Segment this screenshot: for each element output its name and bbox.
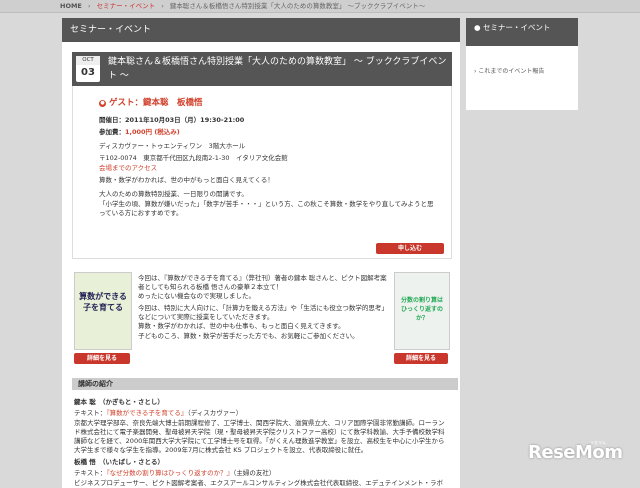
speaker-1-book-link[interactable]: 『算数ができる子を育てる』 <box>106 409 187 417</box>
apply-button[interactable]: 申し込む <box>376 243 444 254</box>
fee-value: 1,000円 (税込み) <box>125 128 180 136</box>
speaker-1-bio: 京都大学理学部卒、奈良先端大博士前期課程修了、工学博士、関西学院大、滋賀県立大、… <box>74 419 445 454</box>
speaker-2-text: テキスト：『なぜ分数の割り算はひっくり返すのか？』（主婦の友社） <box>74 469 450 478</box>
event-body-2: 「小学生の頃、算数が嫌いだった」「数字が苦手・・・」という方、この秋こそ算数・数… <box>99 200 434 217</box>
breadcrumb-category[interactable]: セミナー・イベント <box>97 2 156 10</box>
speaker-1-text: テキスト：『算数ができる子を育てる』（ディスカヴァー） <box>74 409 450 418</box>
speaker-section-header: 講師の紹介 <box>72 378 458 390</box>
book-desc-5: 子どものころ、算数・数学が苦手だった方でも、お気軽にご参加ください。 <box>138 332 359 340</box>
breadcrumb-current: 鍵本聡さん＆板橋悟さん特別授業「大人のための算数教室」 ～ブッククラブイベント～ <box>169 2 426 10</box>
guest-names: 鍵本聡 板橋悟 <box>143 98 203 108</box>
sidebar-link-past-events[interactable]: › これまでのイベント報告 <box>474 66 544 75</box>
main-content: セミナー・イベント OCT 03 鍵本聡さん＆板橋悟さん特別授業「大人のための算… <box>62 18 460 488</box>
arrow-icon: › <box>474 68 477 75</box>
book1-cover-title: 算数ができる子を育てる <box>79 292 127 312</box>
detail-button-2[interactable]: 詳細を見る <box>394 353 448 364</box>
breadcrumb-separator: › <box>161 2 164 10</box>
calendar-icon: OCT 03 <box>76 56 100 82</box>
access-link[interactable]: 会場までのアクセス <box>99 164 439 173</box>
speaker-1-publisher: （ディスカヴァー） <box>187 409 243 417</box>
speaker-2-name: 板橋 悟 （いたばし・さとる） <box>74 458 165 466</box>
speaker-2-text-label: テキスト： <box>74 469 107 477</box>
event-title: 鍵本聡さん＆板橋悟さん特別授業「大人のための算数教室」 ～ ブッククラブイベント… <box>108 57 447 81</box>
book-desc-3: 今回は、特別に大人向けに、「計算力を鍛える方法」や「生活にも役立つ数学的思考」な… <box>138 304 388 321</box>
book-desc-2: めったにない機会なので実現しました。 <box>138 292 255 300</box>
sidebar-header-label: セミナー・イベント <box>482 23 551 32</box>
book-cover-1[interactable]: 算数ができる子を育てる <box>74 272 132 350</box>
apply-button-label: 申し込む <box>397 245 422 252</box>
speaker-1-text-label: テキスト： <box>74 409 107 417</box>
fee-label: 参加費： <box>99 128 125 136</box>
speaker-2-bio: ビジネスプロデューサー、ピクト図解考案者、エクスアールコンサルティング株式会社代… <box>74 479 444 487</box>
event-venue: ディスカヴァー・トゥエンティワン 3階大ホール <box>99 142 246 150</box>
event-details: ● ゲスト：鍵本聡 板橋悟 開催日：2011年10月03日（月）19:30-21:… <box>72 86 452 259</box>
guest-label: ゲスト： <box>109 98 144 108</box>
book2-cover-title: 分数の割り算はひっくり返すのか？ <box>400 297 443 322</box>
event-date: 開催日：2011年10月03日（月）19:30-21:00 <box>99 116 439 125</box>
speaker-2-publisher: （主婦の友社） <box>233 469 276 477</box>
sidebar-header: ● セミナー・イベント <box>466 18 578 46</box>
sidebar: ● セミナー・イベント › これまでのイベント報告 <box>466 18 578 110</box>
sidebar-link-label: これまでのイベント報告 <box>478 68 545 75</box>
speaker-1-name: 鍵本 聡 （かぎもと・さとし） <box>74 398 164 406</box>
book-desc-4: 算数・数学がわかれば、世の中も仕事も、もっと面白く見えてきます。 <box>138 322 345 330</box>
site-logo: ReseMom <box>528 442 623 463</box>
speaker-2-book-link[interactable]: 『なぜ分数の割り算はひっくり返すのか？』 <box>106 469 233 477</box>
bullet-icon: ● <box>99 100 106 107</box>
breadcrumb-separator: › <box>87 2 91 10</box>
event-lead: 算数・数学がわかれば、世の中がもっと面白く見えてくる！ <box>99 176 274 184</box>
event-day: 03 <box>81 67 95 78</box>
date-value: 2011年10月03日（月）19:30-21:00 <box>125 116 245 124</box>
detail-button-1-label: 詳細を見る <box>86 355 117 362</box>
book-cover-2[interactable]: 分数の割り算はひっくり返すのか？ <box>394 272 450 350</box>
event-body-1: 大人のための算数特別授業、一日限りの開講です。 <box>99 190 248 198</box>
detail-button-1[interactable]: 詳細を見る <box>74 353 130 364</box>
site-logo-tagline: リセマム <box>590 440 606 445</box>
guest-line: ● ゲスト：鍵本聡 板橋悟 <box>99 96 203 108</box>
event-fee: 参加費：1,000円 (税込み) <box>99 128 439 137</box>
sidebar-header-icon: ● <box>474 23 481 32</box>
breadcrumb: HOME › セミナー・イベント › 鍵本聡さん＆板橋悟さん特別授業「大人のため… <box>0 0 640 13</box>
event-header: OCT 03 鍵本聡さん＆板橋悟さん特別授業「大人のための算数教室」 ～ ブック… <box>72 52 452 86</box>
date-label: 開催日： <box>99 116 125 124</box>
main-header: セミナー・イベント <box>62 18 460 42</box>
event-address: 〒102-0074 東京都千代田区九段南2-1-30 イタリア文化会館 <box>99 154 288 162</box>
detail-button-2-label: 詳細を見る <box>405 355 436 362</box>
event-month: OCT <box>76 56 100 65</box>
book-desc-1: 今回は、『算数ができる子を育てる』（弊社刊）著者の鍵本 聡さんと、ピクト図解考案… <box>138 274 387 291</box>
breadcrumb-home[interactable]: HOME <box>60 2 82 10</box>
